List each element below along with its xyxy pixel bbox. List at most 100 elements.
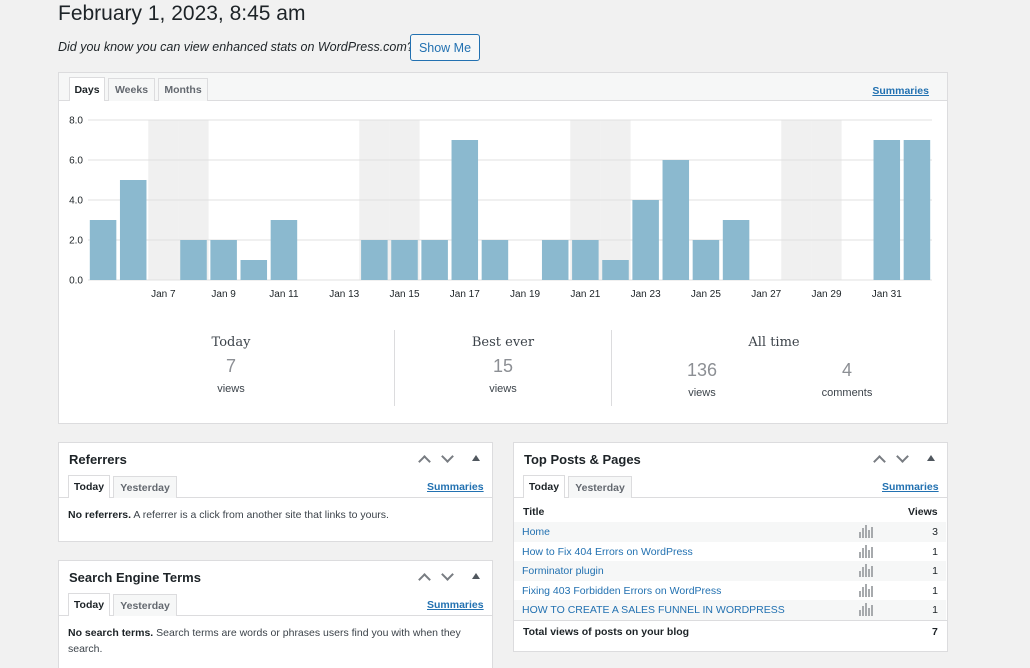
page-title: February 1, 2023, 8:45 am [58, 2, 306, 25]
x-tick-label: Jan 21 [570, 289, 600, 300]
table-row: Home 3 [514, 522, 946, 542]
views-bar-chart: 0.02.04.06.08.0 Jan 7 Jan 9 Jan 11 Jan 13 Ja… [69, 116, 932, 300]
bar-jan-15[interactable] [391, 240, 418, 280]
all-time-views-value: 136 [686, 360, 718, 380]
bar-jan-24[interactable] [662, 160, 690, 280]
tab-months[interactable]: Months [158, 78, 208, 101]
y-axis-labels: 0.0 2.0 4.0 6.0 8.0 [69, 116, 83, 287]
bar-jan-20[interactable] [541, 240, 569, 280]
x-tick-label: Jan 17 [450, 289, 480, 300]
top-posts-summaries-link[interactable]: Summaries [882, 481, 939, 493]
collapse-toggle-icon[interactable] [927, 455, 935, 461]
x-tick-label: Jan 31 [872, 289, 902, 300]
collapse-toggle-icon[interactable] [472, 573, 480, 579]
y-tick-label: 4.0 [69, 196, 83, 207]
referrers-title: Referrers [69, 452, 127, 467]
table-row: Fixing 403 Forbidden Errors on WordPress… [514, 581, 946, 601]
table-row: Forminator plugin 1 [514, 561, 946, 582]
post-views-count: 1 [932, 565, 938, 578]
bar-jan-6[interactable] [119, 180, 147, 280]
summary-divider [611, 330, 612, 406]
y-tick-label: 2.0 [69, 236, 83, 247]
all-time-comments: 4 comments [797, 360, 897, 399]
referrers-summaries-link[interactable]: Summaries [427, 481, 484, 493]
collapse-toggle-icon[interactable] [472, 455, 480, 461]
bar-jan-11[interactable] [270, 220, 298, 280]
bar-feb-1[interactable] [903, 140, 931, 280]
bar-jan-18[interactable] [481, 240, 509, 280]
search-terms-tab-yesterday[interactable]: Yesterday [113, 594, 177, 616]
referrers-tab-today[interactable]: Today [68, 475, 110, 498]
stats-summaries-link[interactable]: Summaries [872, 85, 929, 97]
referrers-tab-yesterday[interactable]: Yesterday [113, 476, 177, 498]
search-terms-tab-today[interactable]: Today [68, 593, 110, 616]
y-tick-label: 6.0 [69, 156, 83, 167]
post-views-count: 3 [932, 526, 938, 538]
bar-jan-22[interactable] [602, 260, 629, 280]
x-tick-label: Jan 19 [510, 289, 540, 300]
bar-jan-5[interactable] [89, 220, 117, 280]
post-title-link[interactable]: Home [522, 526, 550, 538]
x-axis-labels: Jan 7 Jan 9 Jan 11 Jan 13 Jan 15 Jan 17 Jan 19… [151, 289, 902, 300]
bar-jan-16[interactable] [421, 240, 448, 280]
bar-jan-21[interactable] [572, 240, 599, 280]
bar-jan-10[interactable] [240, 260, 268, 280]
total-views-value: 7 [932, 626, 938, 638]
all-time-views: 136 views [652, 360, 752, 399]
x-tick-label: Jan 11 [269, 289, 299, 300]
search-terms-title: Search Engine Terms [69, 570, 201, 585]
x-tick-label: Jan 7 [151, 289, 176, 300]
post-title-link[interactable]: Fixing 403 Forbidden Errors on WordPress [522, 585, 721, 597]
bar-jan-14[interactable] [361, 240, 388, 280]
bar-chart-icon[interactable] [859, 544, 873, 558]
bar-chart-icon[interactable] [859, 583, 873, 597]
summary-divider [394, 330, 395, 406]
today-views-unit: views [217, 383, 245, 395]
post-views-count: 1 [932, 584, 938, 597]
post-views-count: 1 [932, 604, 938, 617]
bar-chart-icon[interactable] [859, 603, 873, 617]
show-me-button[interactable]: Show Me [410, 34, 480, 61]
stats-tab-strip: Days Weeks Months Summaries [59, 73, 947, 101]
all-time-comments-unit: comments [821, 387, 873, 399]
total-views-label: Total views of posts on your blog [523, 626, 690, 638]
tab-days[interactable]: Days [69, 77, 105, 101]
x-tick-label: Jan 15 [389, 289, 419, 300]
post-title-link[interactable]: Forminator plugin [522, 565, 604, 577]
referrers-empty-bold: No referrers. [68, 509, 132, 521]
best-ever-value: 15 [492, 356, 514, 376]
referrers-empty-message: No referrers. A referrer is a click from… [68, 507, 483, 523]
bar-jan-17[interactable] [451, 140, 479, 280]
best-ever-title: Best ever [471, 335, 535, 350]
y-tick-label: 8.0 [69, 116, 83, 127]
col-header-views: Views [908, 506, 938, 518]
tab-weeks[interactable]: Weeks [108, 78, 155, 101]
all-time-title: All time [748, 335, 800, 350]
top-posts-tab-today[interactable]: Today [523, 475, 565, 498]
x-tick-label: Jan 13 [329, 289, 359, 300]
post-title-link[interactable]: How to Fix 404 Errors on WordPress [522, 546, 693, 558]
x-tick-label: Jan 9 [211, 289, 236, 300]
search-terms-empty-bold: No search terms. [68, 627, 154, 639]
bar-jan-31[interactable] [873, 140, 901, 280]
search-terms-empty-message: No search terms. Search terms are words … [68, 625, 483, 657]
total-row-divider [514, 620, 947, 621]
x-tick-label: Jan 25 [691, 289, 721, 300]
x-tick-label: Jan 27 [751, 289, 781, 300]
bar-chart-icon[interactable] [859, 564, 873, 578]
all-time-summary: All time 136 views 4 comments [613, 330, 935, 406]
post-title-link[interactable]: HOW TO CREATE A SALES FUNNEL IN WORDPRES… [522, 604, 785, 616]
bar-jan-9[interactable] [210, 240, 237, 280]
best-ever-summary: Best ever 15 views [396, 330, 610, 406]
x-tick-label: Jan 29 [811, 289, 841, 300]
search-terms-summaries-link[interactable]: Summaries [427, 599, 484, 611]
top-posts-tab-yesterday[interactable]: Yesterday [568, 476, 632, 498]
bar-jan-8[interactable] [180, 240, 207, 280]
bar-jan-23[interactable] [632, 200, 659, 280]
best-ever-unit: views [489, 383, 517, 395]
bar-jan-25[interactable] [692, 240, 720, 280]
bar-chart-icon[interactable] [859, 525, 873, 538]
col-header-title: Title [523, 506, 545, 518]
bar-jan-26[interactable] [722, 220, 750, 280]
table-row: HOW TO CREATE A SALES FUNNEL IN WORDPRES… [514, 600, 946, 621]
